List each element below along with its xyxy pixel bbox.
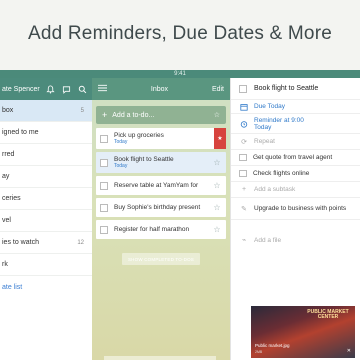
caption-title: Add Reminders, Due Dates & More: [28, 23, 332, 44]
task-checkbox[interactable]: [100, 181, 108, 190]
bell-icon[interactable]: [44, 83, 56, 95]
task-due: Today: [114, 162, 128, 169]
task-text: Pick up groceries Today: [114, 132, 222, 146]
star-icon[interactable]: ☆: [212, 158, 222, 167]
sidebar-item-count: 5: [80, 107, 84, 114]
starred-flag-icon[interactable]: ★: [214, 128, 226, 149]
sidebar-item-movies[interactable]: ies to watch 12: [0, 232, 92, 254]
subtask-checkbox[interactable]: [239, 154, 247, 161]
subtask-text: Get quote from travel agent: [253, 154, 333, 161]
status-bar: 9:41: [0, 70, 360, 78]
task-due: Today: [114, 138, 128, 145]
sidebar-item-groceries[interactable]: ceries: [0, 188, 92, 210]
add-subtask-text: Add a subtask: [254, 186, 296, 193]
detail-checkbox[interactable]: [239, 84, 247, 93]
paperclip-icon: ⌁: [241, 237, 247, 244]
task-text: Book flight to Seattle Today: [114, 156, 212, 170]
sidebar-item-label: box: [2, 107, 14, 114]
plus-icon: +: [102, 110, 108, 120]
sidebar-item-label: ceries: [2, 195, 21, 202]
repeat-text: Repeat: [254, 138, 275, 145]
star-icon[interactable]: ☆: [212, 225, 222, 234]
inbox-header: Inbox Edit: [92, 78, 230, 100]
inbox-title: Inbox: [150, 85, 169, 93]
task-checkbox[interactable]: [100, 158, 108, 167]
create-list-link[interactable]: ate list: [0, 276, 92, 298]
menu-icon[interactable]: [98, 84, 107, 94]
add-file-row[interactable]: ⌁ Add a file: [231, 228, 360, 252]
sidebar-item-label: vel: [2, 217, 11, 224]
subtask-row[interactable]: Check flights online: [231, 166, 360, 182]
attached-photo[interactable]: PUBLIC MARKET CENTER Public market.jpg 2…: [251, 306, 355, 358]
repeat-row[interactable]: ⟳ Repeat: [231, 134, 360, 150]
sidebar-item-label: ies to watch: [2, 239, 39, 246]
inbox-footer-bar: [104, 356, 216, 360]
sidebar-item-inbox[interactable]: box 5: [0, 100, 92, 122]
task-checkbox[interactable]: [100, 225, 108, 234]
sidebar-item-count: 12: [77, 239, 84, 246]
subtask-checkbox[interactable]: [239, 170, 247, 177]
star-icon[interactable]: ☆: [212, 181, 222, 190]
alarm-clock-icon: [239, 120, 249, 128]
photo-sign-text: PUBLIC MARKET CENTER: [307, 309, 349, 320]
photo-caption: Public market.jpg: [255, 343, 290, 348]
note-text: Upgrade to business with points: [254, 205, 347, 212]
add-todo-input[interactable]: + Add a to-do... ☆: [96, 106, 226, 124]
app-window: 9:41 ate Spencer box 5 igned to me rred …: [0, 70, 360, 360]
add-todo-placeholder: Add a to-do...: [112, 111, 155, 119]
show-completed-button[interactable]: SHOW COMPLETED TO-DOS: [122, 253, 200, 265]
photo-meta: 2MB: [255, 350, 263, 354]
sidebar: ate Spencer box 5 igned to me rred ay ce…: [0, 78, 92, 360]
sidebar-item-travel[interactable]: vel: [0, 210, 92, 232]
close-icon[interactable]: ✕: [347, 348, 351, 354]
search-icon[interactable]: [76, 83, 88, 95]
due-date-text: Due Today: [254, 103, 285, 110]
task-text: Buy Sophie's birthday present: [114, 204, 201, 211]
sidebar-item-assigned[interactable]: igned to me: [0, 122, 92, 144]
add-file-text: Add a file: [254, 236, 282, 244]
detail-title-row[interactable]: Book flight to Seattle: [231, 78, 360, 100]
repeat-icon: ⟳: [241, 138, 247, 146]
detail-title[interactable]: Book flight to Seattle: [254, 85, 318, 92]
sidebar-item-label: rred: [2, 151, 15, 158]
task-row[interactable]: Pick up groceries Today ★: [96, 128, 226, 149]
task-row-selected[interactable]: Book flight to Seattle Today ☆: [96, 152, 226, 173]
task-row[interactable]: Reserve table at YamYam for ☆: [96, 176, 226, 195]
calendar-icon: [239, 103, 249, 111]
sidebar-item-label: rk: [2, 261, 8, 268]
sidebar-item-today[interactable]: ay: [0, 166, 92, 188]
plus-icon: +: [241, 186, 247, 193]
reminder-row[interactable]: Reminder at 9:00 Today: [231, 114, 360, 134]
sidebar-item-label: ay: [2, 173, 10, 180]
edit-button[interactable]: Edit: [212, 86, 224, 93]
note-row[interactable]: ✎ Upgrade to business with points: [231, 198, 360, 220]
star-icon[interactable]: ☆: [212, 203, 222, 212]
task-checkbox[interactable]: [100, 134, 108, 143]
sidebar-header: ate Spencer: [0, 78, 92, 100]
star-icon[interactable]: ☆: [214, 111, 220, 119]
task-checkbox[interactable]: [100, 203, 108, 212]
reminder-text: Reminder at 9:00 Today: [254, 116, 304, 131]
add-subtask-row[interactable]: + Add a subtask: [231, 182, 360, 198]
sidebar-item-label: igned to me: [2, 129, 39, 136]
task-text: Register for half marathon: [114, 226, 190, 233]
list-navigation: box 5 igned to me rred ay ceries vel ies…: [0, 100, 92, 276]
status-time: 9:41: [174, 71, 186, 77]
subtask-row[interactable]: Get quote from travel agent: [231, 150, 360, 166]
user-name[interactable]: ate Spencer: [2, 86, 44, 93]
task-row[interactable]: Buy Sophie's birthday present ☆: [96, 198, 226, 217]
task-row[interactable]: Register for half marathon ☆: [96, 220, 226, 239]
inbox-panel: Inbox Edit + Add a to-do... ☆ Pick up gr…: [92, 78, 230, 360]
task-detail-panel: Book flight to Seattle Due Today Reminde…: [230, 78, 360, 360]
subtask-text: Check flights online: [253, 170, 310, 177]
comment-icon[interactable]: [60, 83, 72, 95]
task-text: Reserve table at YamYam for: [114, 182, 199, 189]
sidebar-item-starred[interactable]: rred: [0, 144, 92, 166]
pencil-icon: ✎: [241, 205, 247, 213]
sidebar-item-work[interactable]: rk: [0, 254, 92, 276]
promo-caption: Add Reminders, Due Dates & More: [0, 0, 360, 68]
due-date-row[interactable]: Due Today: [231, 100, 360, 114]
